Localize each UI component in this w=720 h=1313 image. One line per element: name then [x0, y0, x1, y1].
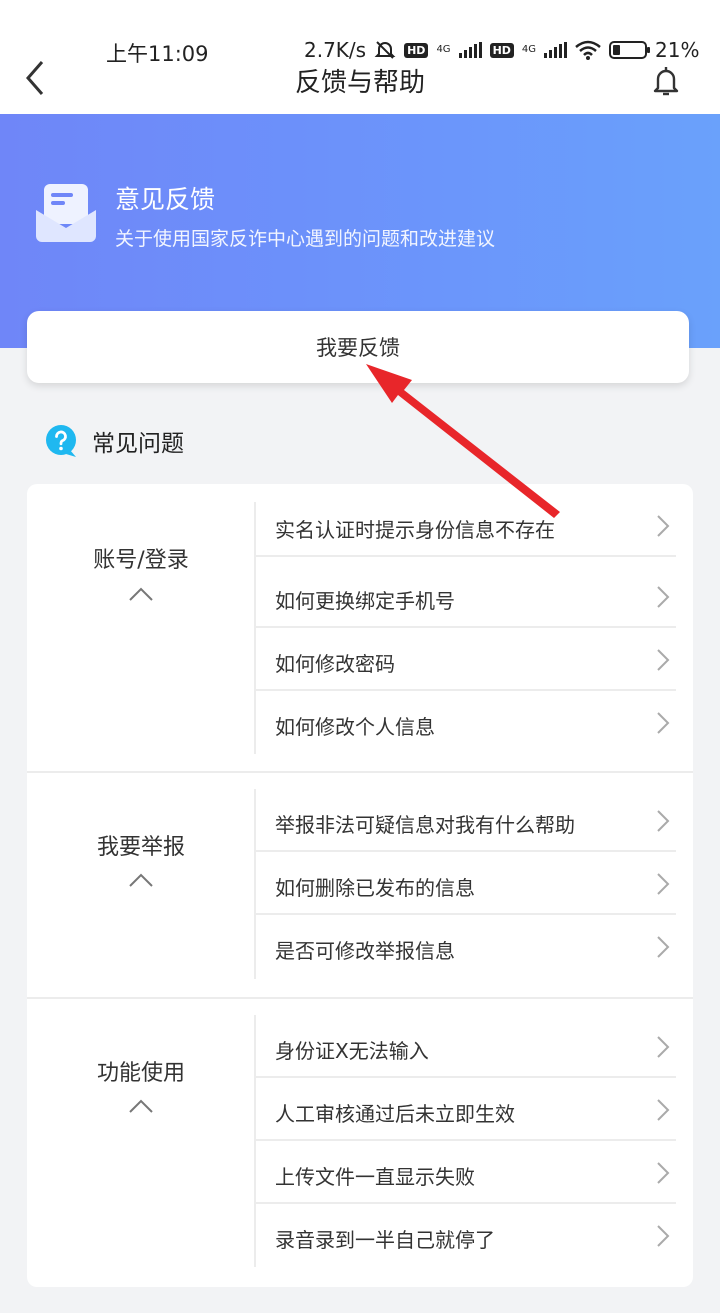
question-item[interactable]: 录音录到一半自己就停了	[256, 1204, 676, 1267]
feedback-button-label: 我要反馈	[316, 336, 400, 360]
group-label: 功能使用	[96, 1061, 185, 1086]
page-title: 反馈与帮助	[294, 68, 425, 98]
faq-card: 账号/登录 实名认证时提示身份信息不存在 如何更换绑定手机号 如何修改密码 如何…	[27, 484, 693, 1287]
chevron-right-icon	[657, 649, 670, 671]
hero-subtitle: 关于使用国家反诈中心遇到的问题和改进建议	[115, 228, 496, 250]
notification-button[interactable]	[650, 64, 682, 98]
network-type-1: 4G	[436, 44, 451, 55]
question-item[interactable]: 如何修改密码	[256, 628, 676, 691]
status-icons: 2.7K/s HD 4G HD 4G 21%	[304, 38, 699, 62]
battery-level: 21%	[655, 38, 700, 62]
faq-group-report: 我要举报 举报非法可疑信息对我有什么帮助 如何删除已发布的信息 是否可修改举报信…	[27, 773, 693, 997]
question-item[interactable]: 是否可修改举报信息	[256, 915, 676, 978]
top-bar: 上午11:09 2.7K/s HD 4G HD 4G 21% 反馈与帮助	[0, 0, 720, 114]
hero-title: 意见反馈	[115, 185, 216, 214]
question-item[interactable]: 如何删除已发布的信息	[256, 852, 676, 915]
signal-icon-2	[544, 42, 568, 58]
chevron-right-icon	[657, 515, 670, 537]
hd-badge-2: HD	[489, 42, 514, 58]
battery-icon	[609, 41, 651, 59]
chevron-right-icon	[657, 586, 670, 608]
chevron-right-icon	[657, 1099, 670, 1121]
question-text: 如何修改个人信息	[275, 715, 435, 739]
bell-icon	[653, 67, 679, 96]
question-text: 人工审核通过后未立即生效	[275, 1102, 515, 1126]
question-text: 是否可修改举报信息	[275, 939, 455, 963]
chevron-right-icon	[657, 1036, 670, 1058]
chevron-right-icon	[657, 810, 670, 832]
group-label: 我要举报	[96, 835, 185, 860]
signal-icon-1	[458, 42, 482, 58]
chevron-right-icon	[657, 1225, 670, 1247]
hd-badge-1: HD	[404, 42, 429, 58]
question-item[interactable]: 上传文件一直显示失败	[256, 1141, 676, 1204]
question-text: 如何更换绑定手机号	[275, 589, 455, 613]
chevron-up-icon[interactable]	[128, 872, 154, 888]
faq-group-features: 功能使用 身份证X无法输入 人工审核通过后未立即生效 上传文件一直显示失败 录音…	[27, 999, 693, 1287]
question-text: 举报非法可疑信息对我有什么帮助	[275, 813, 575, 837]
question-item[interactable]: 实名认证时提示身份信息不存在	[256, 494, 676, 557]
chevron-right-icon	[657, 936, 670, 958]
question-text: 如何删除已发布的信息	[275, 876, 475, 900]
network-type-2: 4G	[521, 44, 537, 55]
mail-feedback-icon	[36, 184, 96, 242]
question-text: 如何修改密码	[275, 652, 395, 676]
question-item[interactable]: 如何更换绑定手机号	[256, 565, 676, 628]
chevron-right-icon	[657, 712, 670, 734]
mute-bell-icon	[374, 41, 396, 59]
group-label: 账号/登录	[93, 548, 189, 573]
faq-group-account: 账号/登录 实名认证时提示身份信息不存在 如何更换绑定手机号 如何修改密码 如何…	[27, 484, 693, 772]
chevron-right-icon	[657, 1162, 670, 1184]
question-text: 录音录到一半自己就停了	[275, 1228, 495, 1252]
question-text: 身份证X无法输入	[275, 1039, 429, 1063]
faq-header: 常见问题	[44, 424, 184, 458]
feedback-button[interactable]: 我要反馈	[27, 311, 689, 383]
row-divider	[256, 555, 676, 557]
chevron-up-icon[interactable]	[128, 1098, 154, 1114]
question-item[interactable]: 人工审核通过后未立即生效	[256, 1078, 676, 1141]
question-bubble-icon	[46, 425, 76, 457]
chevron-up-icon[interactable]	[128, 586, 154, 602]
question-item[interactable]: 如何修改个人信息	[256, 691, 676, 754]
wifi-icon	[575, 40, 601, 60]
question-text: 实名认证时提示身份信息不存在	[275, 518, 555, 542]
question-item[interactable]: 身份证X无法输入	[256, 1015, 676, 1078]
net-speed: 2.7K/s	[304, 38, 367, 62]
chevron-right-icon	[657, 873, 670, 895]
faq-title: 常见问题	[92, 431, 184, 457]
question-item[interactable]: 举报非法可疑信息对我有什么帮助	[256, 789, 676, 852]
question-text: 上传文件一直显示失败	[275, 1165, 475, 1189]
